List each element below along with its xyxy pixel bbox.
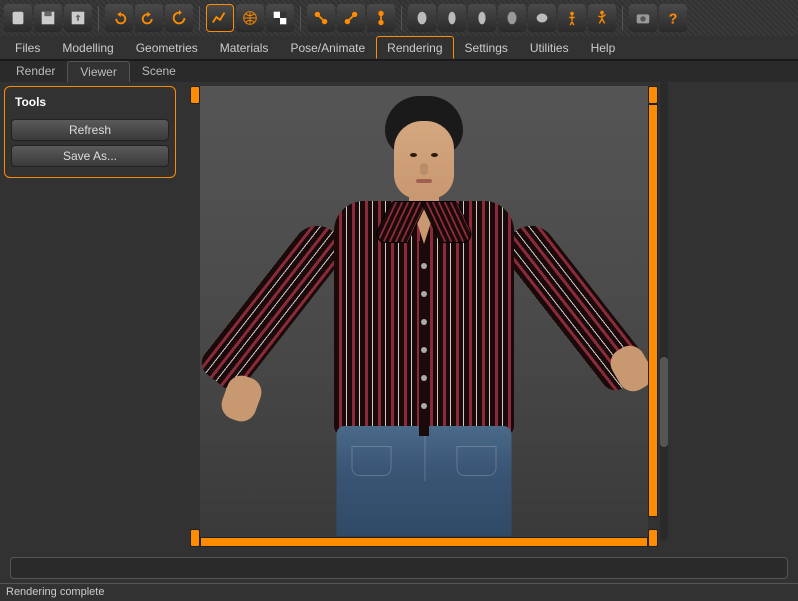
menu-modelling[interactable]: Modelling	[51, 36, 124, 59]
menu-rendering[interactable]: Rendering	[376, 36, 453, 59]
file-new-icon[interactable]	[4, 4, 32, 32]
viewport[interactable]	[190, 86, 658, 547]
menu-utilities[interactable]: Utilities	[519, 36, 580, 59]
scrollbar-thumb[interactable]	[660, 357, 668, 447]
chart-icon[interactable]	[206, 4, 234, 32]
menu-materials[interactable]: Materials	[209, 36, 280, 59]
head-right-icon[interactable]	[468, 4, 496, 32]
checker-icon[interactable]	[266, 4, 294, 32]
refresh-button[interactable]: Refresh	[11, 119, 169, 141]
menubar: Files Modelling Geometries Materials Pos…	[0, 36, 798, 60]
main-toolbar: ?	[0, 0, 798, 36]
joint-a-icon[interactable]	[307, 4, 335, 32]
reload-icon[interactable]	[165, 4, 193, 32]
frame-bar-right[interactable]	[648, 104, 658, 517]
menu-help[interactable]: Help	[580, 36, 627, 59]
body-icon[interactable]	[558, 4, 586, 32]
tab-scene[interactable]: Scene	[130, 61, 188, 82]
content-area: Tools Refresh Save As...	[0, 82, 798, 551]
svg-text:?: ?	[669, 11, 678, 27]
command-input[interactable]	[10, 557, 788, 579]
menu-geometries[interactable]: Geometries	[125, 36, 209, 59]
head-top-icon[interactable]	[528, 4, 556, 32]
camera-icon[interactable]	[629, 4, 657, 32]
menu-files[interactable]: Files	[4, 36, 51, 59]
viewport-frame	[190, 86, 658, 547]
save-as-button[interactable]: Save As...	[11, 145, 169, 167]
joint-c-icon[interactable]	[367, 4, 395, 32]
undo-icon[interactable]	[105, 4, 133, 32]
frame-handle-br[interactable]	[648, 529, 658, 547]
vertical-scrollbar[interactable]	[660, 82, 668, 541]
tab-viewer[interactable]: Viewer	[67, 61, 129, 82]
tools-box: Tools Refresh Save As...	[4, 86, 176, 178]
redo-icon[interactable]	[135, 4, 163, 32]
statusbar: Rendering complete	[0, 583, 798, 601]
tools-panel: Tools Refresh Save As...	[0, 82, 180, 551]
file-save-icon[interactable]	[34, 4, 62, 32]
tabbar: Render Viewer Scene	[0, 60, 798, 82]
file-export-icon[interactable]	[64, 4, 92, 32]
help-icon[interactable]: ?	[659, 4, 687, 32]
pose-icon[interactable]	[588, 4, 616, 32]
head-left-icon[interactable]	[438, 4, 466, 32]
frame-handle-bl[interactable]	[190, 529, 200, 547]
joint-b-icon[interactable]	[337, 4, 365, 32]
globe-icon[interactable]	[236, 4, 264, 32]
frame-handle-tl[interactable]	[190, 86, 200, 104]
head-front-icon[interactable]	[408, 4, 436, 32]
tools-title: Tools	[11, 93, 169, 115]
head-back-icon[interactable]	[498, 4, 526, 32]
tab-render[interactable]: Render	[4, 61, 67, 82]
menu-pose-animate[interactable]: Pose/Animate	[279, 36, 376, 59]
frame-bar-bottom[interactable]	[200, 537, 648, 547]
frame-handle-tr[interactable]	[648, 86, 658, 104]
menu-settings[interactable]: Settings	[454, 36, 519, 59]
